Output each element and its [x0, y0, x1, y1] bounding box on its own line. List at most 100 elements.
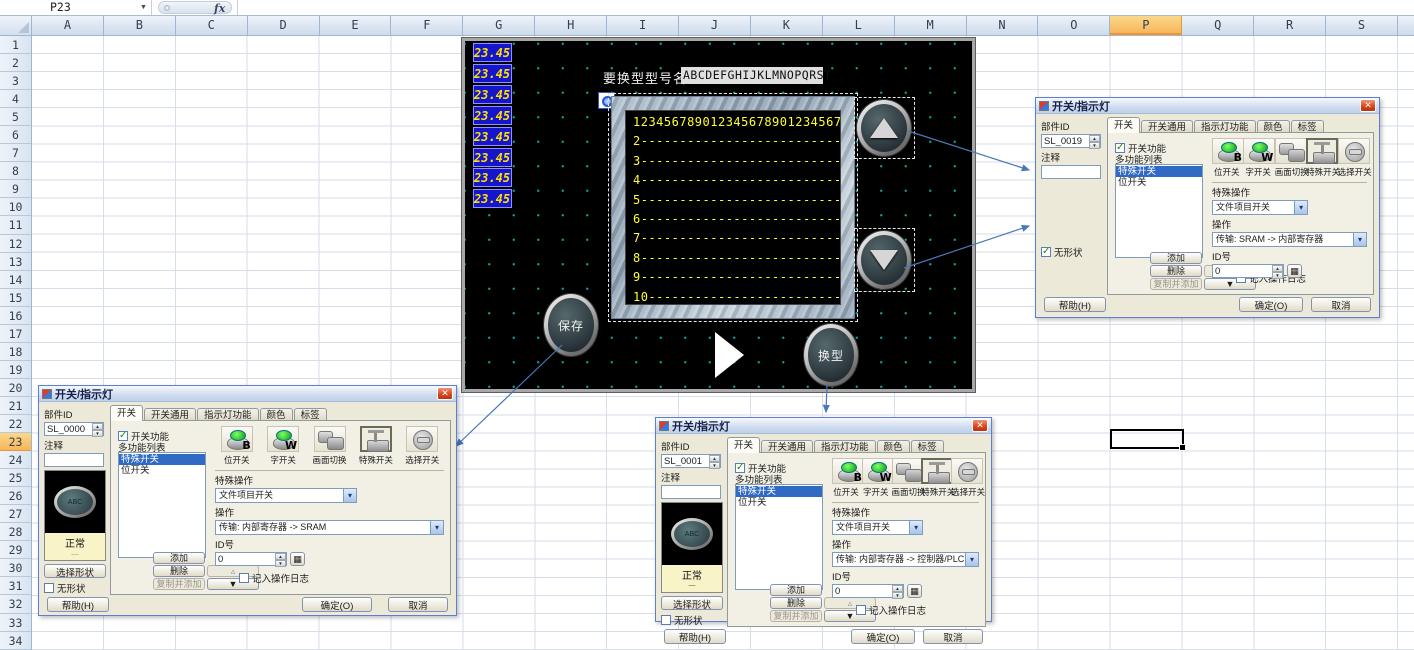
column-header-D[interactable]: D [248, 16, 320, 35]
numeric-display[interactable]: 23.45 [473, 189, 512, 208]
column-header-J[interactable]: J [679, 16, 751, 35]
switch-type-画面切换[interactable]: 画面切换 [308, 426, 352, 466]
list-item[interactable]: 位开关 [736, 497, 822, 508]
add-button[interactable]: 添加 [770, 584, 822, 596]
row-header-28[interactable]: 28 [0, 523, 31, 541]
dialog-titlebar[interactable]: 开关/指示灯 ✕ [1036, 98, 1379, 114]
numeric-display[interactable]: 23.45 [473, 43, 512, 62]
no-shape-checkbox[interactable]: 无形状 [661, 613, 723, 627]
row-header-19[interactable]: 19 [0, 361, 31, 379]
row-header-3[interactable]: 3 [0, 72, 31, 90]
switch-type-画面切换[interactable]: 画面切换 [1275, 138, 1304, 178]
spin-down-icon[interactable]: ▼ [709, 462, 720, 469]
add-button[interactable]: 添加 [1150, 252, 1202, 264]
special-op-combo[interactable]: 文件项目开关 ▾ [832, 520, 923, 535]
close-icon[interactable]: ✕ [972, 419, 988, 432]
list-item[interactable]: 特殊开关 [1116, 166, 1202, 177]
row-header-12[interactable]: 12 [0, 235, 31, 253]
row-header-23[interactable]: 23 [0, 433, 31, 451]
row-header-32[interactable]: 32 [0, 595, 31, 613]
column-header-Q[interactable]: Q [1182, 16, 1254, 35]
row-header-16[interactable]: 16 [0, 307, 31, 325]
copy-add-button[interactable]: 复制并添加 [770, 610, 822, 622]
list-item[interactable]: 位开关 [1116, 177, 1202, 188]
row-header-26[interactable]: 26 [0, 487, 31, 505]
column-header-A[interactable]: A [32, 16, 104, 35]
row-header-11[interactable]: 11 [0, 216, 31, 234]
id-spinner[interactable]: 0 ▲▼ [1212, 264, 1284, 278]
operation-combo[interactable]: 传输: 内部寄存器 -> 控制器/PLC ▾ [832, 552, 979, 567]
special-op-combo[interactable]: 文件项目开关 ▾ [1212, 200, 1308, 215]
comment-input[interactable] [661, 485, 721, 499]
log-operation-checkbox[interactable]: 记入操作日志 [239, 571, 309, 585]
log-operation-checkbox[interactable]: 记入操作日志 [856, 603, 926, 617]
switch-type-位开关[interactable]: B位开关 [1212, 138, 1241, 178]
row-header-15[interactable]: 15 [0, 289, 31, 307]
column-header-O[interactable]: O [1038, 16, 1110, 35]
switch-type-位开关[interactable]: B位开关 [832, 458, 860, 498]
row-header-18[interactable]: 18 [0, 343, 31, 361]
multifunction-listbox[interactable]: 特殊开关位开关 [118, 452, 206, 558]
part-id-spinner[interactable]: SL_0019 ▲▼ [1041, 134, 1101, 148]
ok-button[interactable]: 确定(O) [302, 597, 372, 612]
cancel-button[interactable]: 取消 [1311, 297, 1371, 312]
column-header-C[interactable]: C [176, 16, 248, 35]
part-id-spinner[interactable]: SL_0000 ▲▼ [44, 422, 104, 436]
row-header-22[interactable]: 22 [0, 415, 31, 433]
switch-type-特殊开关[interactable]: 特殊开关 [1306, 138, 1335, 178]
help-button[interactable]: 帮助(H) [47, 597, 109, 612]
column-header-S[interactable]: S [1326, 16, 1398, 35]
row-header-5[interactable]: 5 [0, 108, 31, 126]
fx-icon[interactable]: fx [214, 2, 225, 15]
row-header-9[interactable]: 9 [0, 180, 31, 198]
row-header-17[interactable]: 17 [0, 325, 31, 343]
tab-switch[interactable]: 开关 [727, 437, 760, 453]
numeric-display[interactable]: 23.45 [473, 106, 512, 125]
column-header-L[interactable]: L [823, 16, 895, 35]
column-header-I[interactable]: I [607, 16, 679, 35]
spin-down-icon[interactable]: ▼ [275, 560, 286, 567]
file-item-list[interactable]: 123456789012345678901234567890122-------… [611, 96, 855, 319]
row-header-30[interactable]: 30 [0, 559, 31, 577]
switch-type-字开关[interactable]: W字开关 [261, 426, 305, 466]
column-header-R[interactable]: R [1254, 16, 1326, 35]
spin-down-icon[interactable]: ▼ [892, 592, 903, 599]
chevron-down-icon[interactable]: ▾ [1353, 233, 1366, 246]
no-shape-checkbox[interactable]: 无形状 [44, 581, 106, 595]
checkbox-icon[interactable] [44, 583, 54, 593]
selected-cell[interactable] [1110, 429, 1184, 449]
keypad-button[interactable]: ▦ [907, 584, 922, 598]
spin-up-icon[interactable]: ▲ [709, 455, 720, 462]
column-header-H[interactable]: H [535, 16, 607, 35]
row-header-7[interactable]: 7 [0, 144, 31, 162]
row-header-2[interactable]: 2 [0, 54, 31, 72]
multifunction-listbox[interactable]: 特殊开关位开关 [1115, 164, 1203, 258]
row-header-27[interactable]: 27 [0, 505, 31, 523]
keypad-button[interactable]: ▦ [1287, 264, 1302, 278]
spin-up-icon[interactable]: ▲ [92, 423, 103, 430]
help-button[interactable]: 帮助(H) [1044, 297, 1106, 312]
operation-combo[interactable]: 传输: SRAM -> 内部寄存器 ▾ [1212, 232, 1367, 247]
formula-bar[interactable] [237, 0, 1414, 15]
column-header-E[interactable]: E [320, 16, 392, 35]
column-header-K[interactable]: K [751, 16, 823, 35]
part-id-spinner[interactable]: SL_0001 ▲▼ [661, 454, 721, 468]
chevron-down-icon[interactable]: ▾ [430, 521, 443, 534]
delete-button[interactable]: 删除 [1150, 265, 1202, 277]
save-button[interactable]: 保存 [544, 294, 598, 356]
row-header-20[interactable]: 20 [0, 379, 31, 397]
ok-button[interactable]: 确定(O) [851, 629, 915, 644]
row-header-6[interactable]: 6 [0, 126, 31, 144]
column-header-B[interactable]: B [104, 16, 176, 35]
switch-type-字开关[interactable]: W字开关 [862, 458, 890, 498]
select-shape-button[interactable]: 选择形状 [661, 596, 723, 610]
row-header-10[interactable]: 10 [0, 198, 31, 216]
row-header-25[interactable]: 25 [0, 469, 31, 487]
switch-type-字开关[interactable]: W字开关 [1243, 138, 1272, 178]
keypad-button[interactable]: ▦ [290, 552, 305, 566]
operation-combo[interactable]: 传输: 内部寄存器 -> SRAM ▾ [215, 520, 444, 535]
model-name-value[interactable]: ABCDEFGHIJKLMNOPQRST [681, 67, 823, 84]
dialog-titlebar[interactable]: 开关/指示灯 ✕ [656, 418, 991, 434]
chevron-down-icon[interactable]: ▾ [1294, 201, 1307, 214]
row-header-29[interactable]: 29 [0, 541, 31, 559]
